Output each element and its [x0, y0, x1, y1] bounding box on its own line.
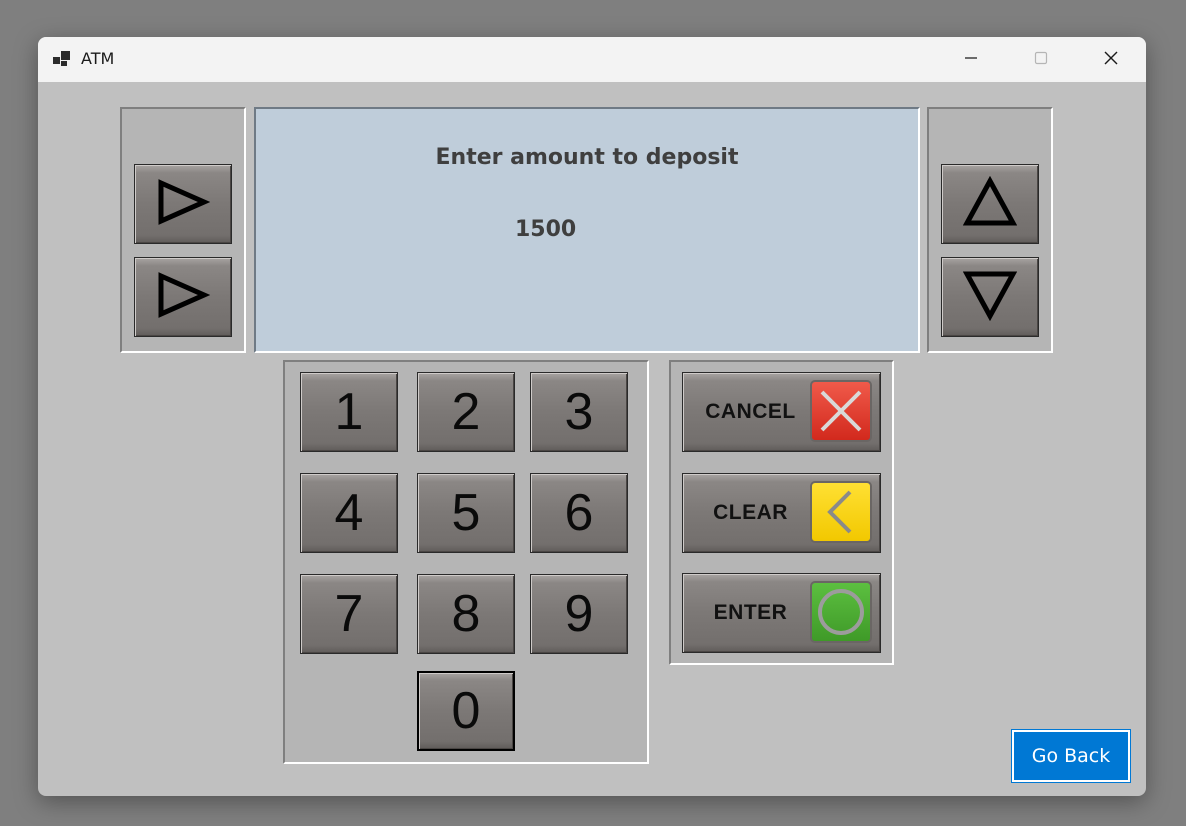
clear-label: CLEAR [713, 501, 788, 524]
key-9[interactable]: 9 [530, 574, 628, 654]
left-side-button-2[interactable] [134, 257, 232, 337]
action-panel: CANCEL CLEAR ENTER [669, 360, 894, 665]
atm-display: Enter amount to deposit 1500 [254, 107, 920, 353]
display-prompt: Enter amount to deposit [435, 145, 739, 170]
key-1[interactable]: 1 [300, 372, 398, 452]
key-4[interactable]: 4 [300, 473, 398, 553]
enter-button[interactable]: ENTER [682, 573, 881, 653]
clear-chevron-icon [810, 481, 872, 543]
clear-button[interactable]: CLEAR [682, 473, 881, 553]
maximize-icon [1033, 50, 1049, 70]
right-side-panel [927, 107, 1053, 353]
scroll-up-button[interactable] [941, 164, 1039, 244]
play-right-icon [156, 272, 211, 322]
enter-circle-icon [810, 581, 872, 643]
cancel-x-icon [810, 380, 872, 442]
left-side-panel [120, 107, 246, 353]
triangle-down-icon [962, 269, 1018, 325]
play-right-icon [156, 179, 211, 229]
go-back-button[interactable]: Go Back [1011, 729, 1131, 783]
key-5[interactable]: 5 [417, 473, 515, 553]
scroll-down-button[interactable] [941, 257, 1039, 337]
window-title: ATM [81, 49, 115, 68]
key-3[interactable]: 3 [530, 372, 628, 452]
key-2[interactable]: 2 [417, 372, 515, 452]
close-icon [1103, 50, 1119, 70]
key-6[interactable]: 6 [530, 473, 628, 553]
display-amount: 1500 [515, 217, 577, 242]
minimize-button[interactable] [936, 37, 1006, 82]
left-side-button-1[interactable] [134, 164, 232, 244]
cancel-button[interactable]: CANCEL [682, 372, 881, 452]
maximize-button[interactable] [1006, 37, 1076, 82]
keypad-panel: 1 2 3 4 5 6 7 8 9 0 [283, 360, 649, 764]
key-0[interactable]: 0 [417, 671, 515, 751]
triangle-up-icon [962, 175, 1018, 232]
key-8[interactable]: 8 [417, 574, 515, 654]
close-button[interactable] [1076, 37, 1146, 82]
cancel-label: CANCEL [705, 400, 796, 423]
app-icon [53, 50, 73, 68]
key-7[interactable]: 7 [300, 574, 398, 654]
enter-label: ENTER [713, 601, 788, 624]
title-bar: ATM [38, 37, 1146, 82]
minimize-icon [963, 50, 979, 70]
atm-window: ATM Enter amount to deposit 1500 1 2 3 4… [38, 37, 1146, 796]
